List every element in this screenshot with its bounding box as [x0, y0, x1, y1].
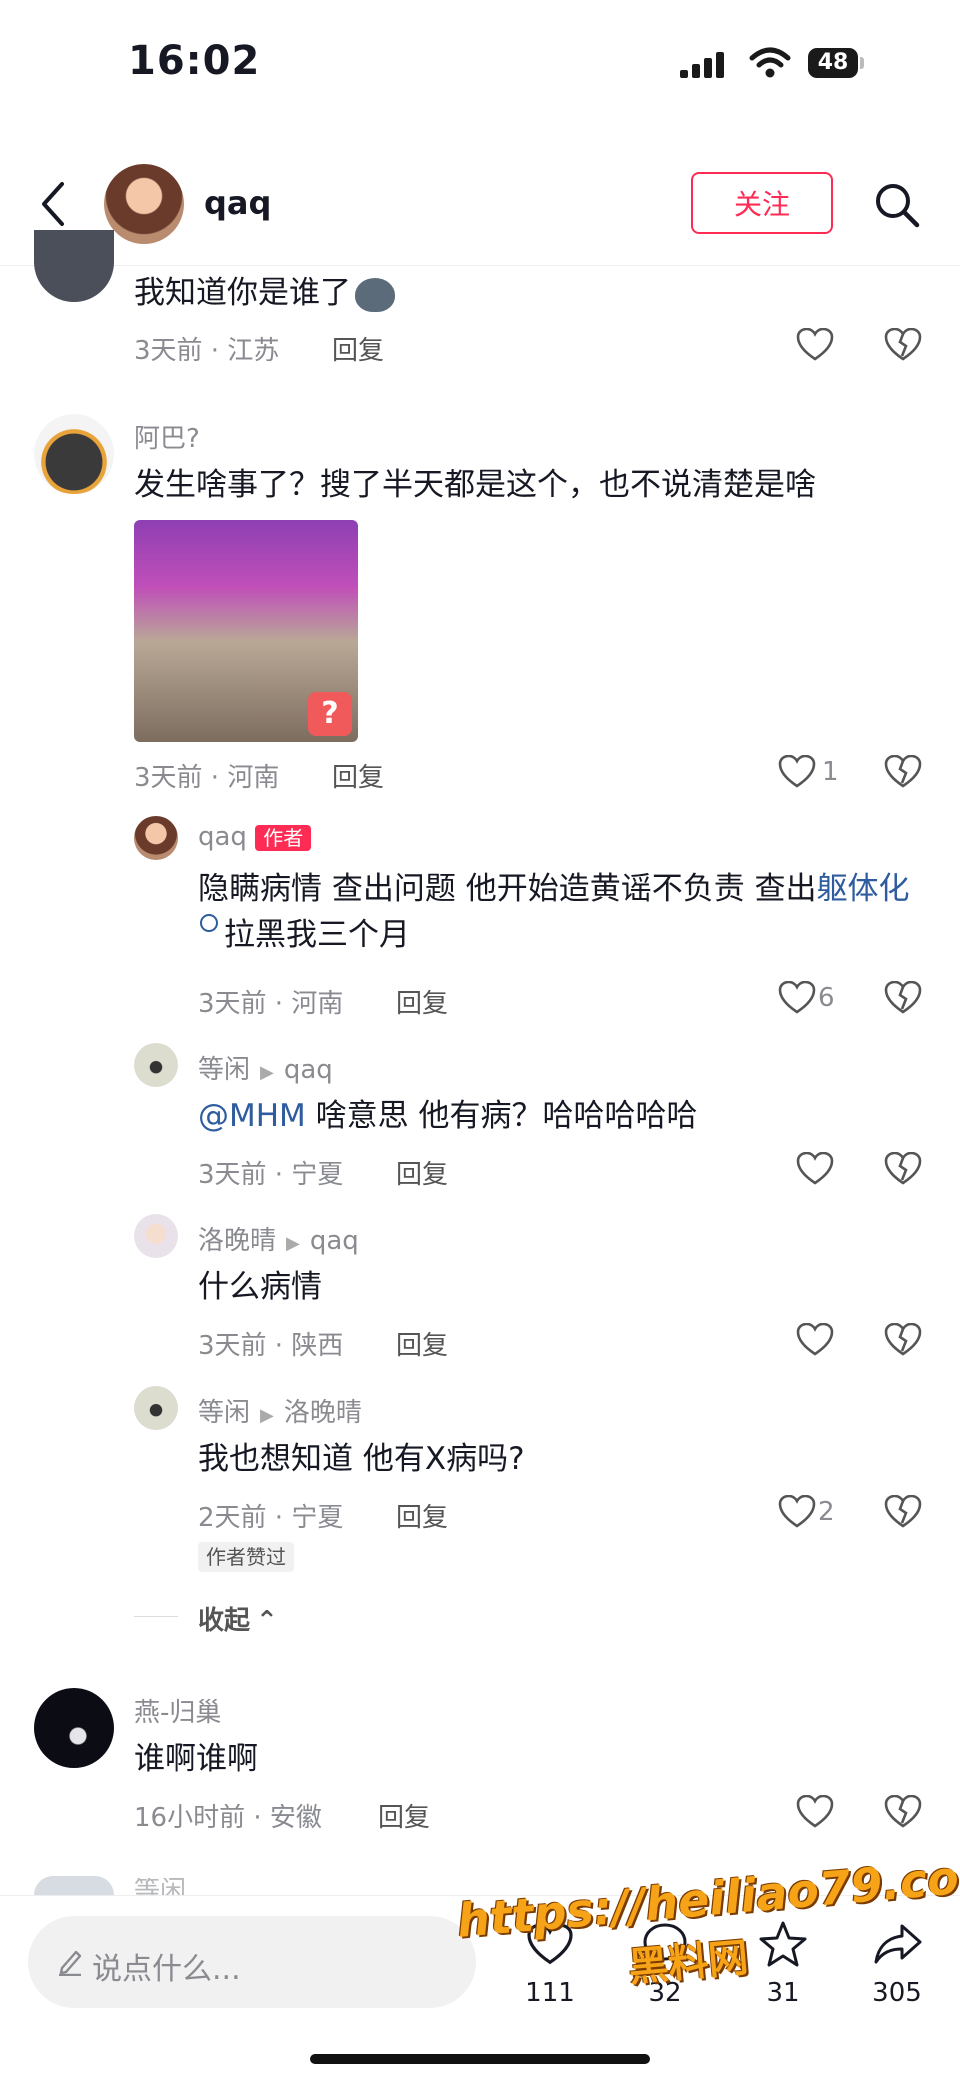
reply-button[interactable]: 回复: [396, 1325, 448, 1362]
comment-text: 发生啥事了？搜了半天都是这个，也不说清楚是啥: [134, 467, 816, 503]
like-count: 2: [818, 1497, 835, 1527]
wifi-icon: [749, 47, 791, 78]
reply-meta: 3天前 · 河南: [198, 989, 344, 1019]
comment-avatar-partial[interactable]: [34, 1876, 114, 1895]
reply-button[interactable]: 回复: [396, 1497, 448, 1534]
dislike-heart-icon[interactable]: [884, 1323, 922, 1357]
search-link[interactable]: 躯体化: [817, 871, 910, 907]
comment-image[interactable]: ?: [134, 520, 358, 742]
reply-username[interactable]: qaq 作者: [198, 822, 312, 852]
comment-avatar[interactable]: [34, 230, 114, 302]
battery-tip: [860, 57, 864, 69]
comment-username[interactable]: 阿巴?: [134, 418, 200, 455]
reply-text: 什么病情: [198, 1269, 322, 1305]
reply-meta: 3天前 · 宁夏: [198, 1160, 344, 1190]
share-icon[interactable]: [872, 1922, 924, 1966]
dislike-heart-icon[interactable]: [884, 1495, 922, 1529]
comment-username-partial: 等闲: [134, 1878, 187, 1895]
reply-button[interactable]: 回复: [396, 983, 448, 1020]
star-icon[interactable]: [758, 1920, 808, 1968]
question-badge: ?: [308, 692, 352, 736]
comment-text: 谁啊谁啊: [134, 1741, 258, 1777]
link-search-icon: [200, 914, 218, 932]
like-heart-icon[interactable]: [778, 755, 816, 789]
like-count: 111: [525, 1978, 575, 2008]
comment-meta: 16小时前 · 安徽: [134, 1803, 322, 1833]
favorite-count: 31: [766, 1978, 800, 2008]
reply-username[interactable]: 洛晚晴 ▶ qaq: [198, 1220, 359, 1257]
comment-username[interactable]: 燕-归巢: [134, 1692, 221, 1729]
header-divider: [0, 265, 960, 266]
status-time: 16:02: [128, 38, 261, 84]
reply-avatar[interactable]: [134, 816, 178, 860]
like-count: 6: [818, 983, 835, 1013]
dislike-heart-icon[interactable]: [884, 1795, 922, 1829]
follow-button[interactable]: 关注: [691, 172, 833, 234]
author-name[interactable]: qaq: [204, 184, 271, 222]
like-count: 1: [822, 757, 839, 787]
reply-meta: 3天前 · 陕西: [198, 1331, 344, 1361]
reply-username[interactable]: 等闲 ▶ qaq: [198, 1049, 333, 1086]
dislike-heart-icon[interactable]: [884, 981, 922, 1015]
like-heart-icon[interactable]: [796, 1152, 834, 1186]
author-avatar[interactable]: [104, 164, 184, 244]
comment-meta: 3天前 · 河南: [134, 763, 280, 793]
liked-by-author-tag: 作者赞过: [198, 1541, 294, 1572]
comment-input-placeholder[interactable]: 说点什么...: [92, 1944, 241, 1988]
comment-avatar[interactable]: [34, 414, 114, 494]
comment-text: 我知道你是谁了: [134, 270, 395, 316]
reply-avatar[interactable]: [134, 1214, 178, 1258]
home-indicator[interactable]: [310, 2054, 650, 2064]
reply-to-arrow-icon: ▶: [260, 1405, 274, 1426]
reply-text: 我也想知道 他有X病吗?: [198, 1441, 525, 1477]
search-icon[interactable]: [872, 180, 922, 230]
chevron-up-icon: ⌃: [256, 1606, 278, 1636]
cat-emoji-icon: [355, 277, 395, 312]
like-heart-icon[interactable]: [796, 328, 834, 362]
reply-button[interactable]: 回复: [332, 757, 384, 794]
author-tag: 作者: [255, 825, 312, 851]
reply-meta: 2天前 · 宁夏: [198, 1503, 344, 1533]
dislike-heart-icon[interactable]: [884, 328, 922, 362]
reply-button[interactable]: 回复: [378, 1797, 430, 1834]
back-arrow-icon[interactable]: [38, 180, 70, 228]
watermark-text: 黑料网: [626, 1934, 751, 1992]
dislike-heart-icon[interactable]: [884, 755, 922, 789]
reply-to-arrow-icon: ▶: [286, 1233, 300, 1254]
like-heart-icon[interactable]: [778, 1495, 816, 1529]
reply-text: 隐瞒病情 查出问题 他开始造黄谣不负责 查出躯体化拉黑我三个月: [198, 871, 910, 953]
like-heart-icon[interactable]: [796, 1323, 834, 1357]
collapse-divider: [134, 1616, 178, 1617]
reply-avatar[interactable]: [134, 1043, 178, 1087]
share-count: 305: [872, 1978, 922, 2008]
signal-icon: [680, 52, 724, 78]
comment-avatar[interactable]: [34, 1688, 114, 1768]
dislike-heart-icon[interactable]: [884, 1152, 922, 1186]
like-heart-icon[interactable]: [796, 1795, 834, 1829]
reply-to-arrow-icon: ▶: [260, 1062, 274, 1083]
battery-indicator: 48: [808, 48, 858, 78]
like-heart-icon[interactable]: [778, 981, 816, 1015]
collapse-replies-button[interactable]: 收起 ⌃: [198, 1600, 278, 1637]
pencil-icon: [59, 1950, 82, 1976]
reply-username[interactable]: 等闲 ▶ 洛晚晴: [198, 1392, 362, 1429]
comment-meta: 3天前 · 江苏: [134, 336, 280, 366]
reply-text: @MHM 啥意思 他有病？哈哈哈哈哈: [198, 1098, 698, 1134]
reply-button[interactable]: 回复: [396, 1154, 448, 1191]
reply-avatar[interactable]: [134, 1386, 178, 1430]
reply-button[interactable]: 回复: [332, 330, 384, 367]
mention-link[interactable]: @MHM: [198, 1098, 306, 1134]
